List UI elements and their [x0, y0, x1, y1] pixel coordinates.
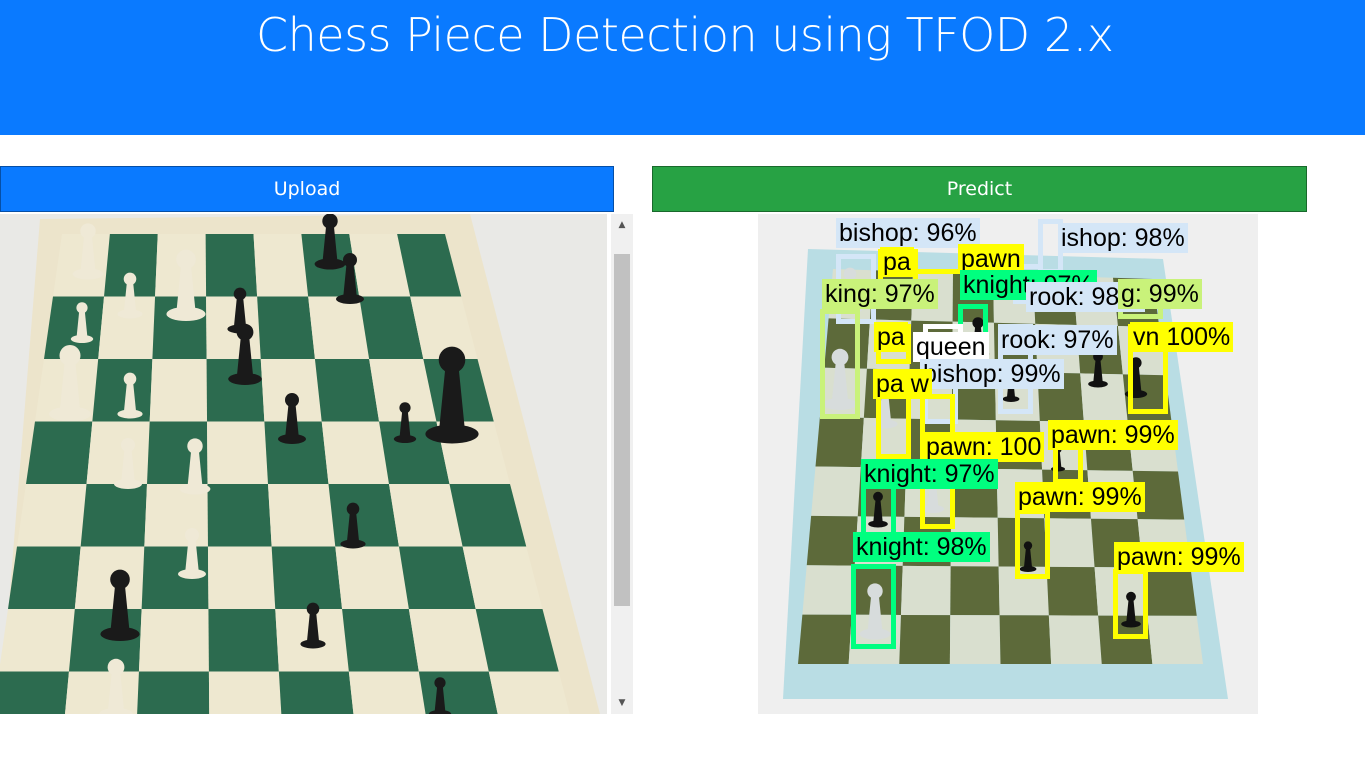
board-square [335, 546, 409, 609]
board-square [348, 671, 426, 714]
board-square [811, 466, 861, 517]
pawn-detection-label: pa [880, 247, 914, 277]
board-square [900, 565, 951, 616]
page-title: Chess Piece Detection using TFOD 2.x [256, 8, 1114, 62]
board-square [207, 546, 276, 609]
knight-detection-box [851, 564, 896, 649]
knight-detection-label: knight: 98% [853, 532, 990, 562]
uploaded-chessboard-image [0, 214, 607, 714]
board-square [999, 615, 1052, 664]
king-detection-label: g: 99% [1118, 279, 1202, 309]
board-square [68, 609, 142, 672]
board-square [1142, 567, 1197, 616]
scroll-down-arrow-icon[interactable]: ▼ [611, 692, 633, 714]
board-square [314, 359, 380, 422]
bishop-detection-label: bishop: 99% [920, 359, 1064, 389]
king-detection-box [820, 309, 860, 419]
pawn-detection-label: pawn: 99% [1048, 420, 1178, 450]
board-square [418, 671, 498, 714]
pawn-detection-label: pawn: 99% [1114, 542, 1244, 572]
scroll-up-arrow-icon[interactable]: ▲ [611, 214, 633, 236]
board-square [86, 421, 150, 484]
board-square [328, 484, 399, 547]
board-square [949, 615, 1001, 664]
bishop-detection-label: ishop: 98% [1058, 223, 1188, 253]
board-square [137, 671, 210, 714]
board-square [342, 609, 419, 672]
scrollbar-thumb[interactable] [614, 254, 630, 606]
king-detection-label: king: 97% [822, 279, 938, 309]
board-square [253, 234, 309, 297]
board-square [257, 296, 315, 359]
pawn-detection-label: vn 100% [1130, 322, 1234, 352]
rook-detection-label: rook: 97% [998, 325, 1117, 355]
pawn-detection-label: pa w [873, 369, 932, 399]
pawn-detection-box [1015, 509, 1050, 579]
board-square [1046, 566, 1099, 616]
board-square [1147, 615, 1203, 664]
board-square [17, 484, 87, 547]
board-square [207, 421, 268, 484]
board-square [899, 614, 951, 664]
pawn-detection-box [1113, 569, 1148, 639]
board-square [408, 609, 489, 672]
board-square [0, 671, 69, 714]
board-square [0, 609, 75, 672]
board-square [798, 614, 852, 664]
board-square [802, 565, 855, 615]
board-square [398, 546, 476, 609]
board-square [207, 484, 272, 547]
board-square [308, 296, 370, 359]
pawn-detection-label: pawn: 100 [923, 432, 1045, 462]
predict-button[interactable]: Predict [652, 166, 1307, 212]
board-square [80, 484, 147, 547]
board-square [26, 421, 93, 484]
upload-panel: ▲ ▼ [0, 214, 633, 714]
board-square [271, 546, 343, 609]
header-bar: Chess Piece Detection using TFOD 2.x [0, 0, 1365, 135]
board-square [74, 546, 145, 609]
board-square [268, 484, 336, 547]
board-square [806, 515, 858, 566]
image-scrollbar[interactable]: ▲ ▼ [611, 214, 633, 714]
board-square [1048, 615, 1102, 664]
board-square [1044, 518, 1095, 568]
queen-detection-label: queen [913, 332, 989, 362]
prediction-result-image: bishop: 96% pawn ishop: 98% pa king: 97% knig… [758, 214, 1258, 714]
knight-detection-label: knight: 97% [861, 459, 998, 489]
board-square [64, 671, 139, 714]
pawn-detection-label: pa [874, 322, 908, 352]
board-square [205, 234, 258, 297]
board-square [149, 359, 208, 422]
board-square [208, 671, 282, 714]
board-square [815, 417, 864, 468]
board-square [950, 566, 1000, 616]
board-square [321, 421, 389, 484]
pawn-detection-label: pawn: 99% [1015, 482, 1145, 512]
board-square [278, 671, 354, 714]
upload-button[interactable]: Upload [0, 166, 614, 212]
board-square [208, 609, 279, 672]
board-square [206, 359, 265, 422]
board-square [8, 546, 81, 609]
board-square [138, 609, 209, 672]
board-square [1080, 373, 1128, 423]
